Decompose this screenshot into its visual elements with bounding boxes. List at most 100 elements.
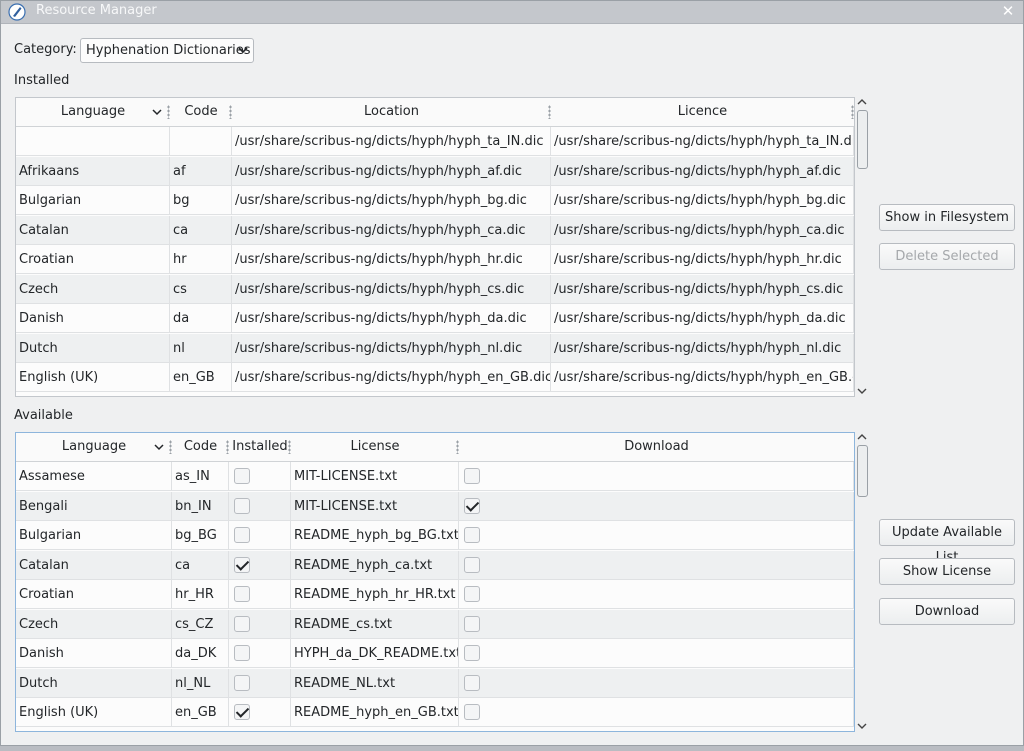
cell-license: README_hyph_ca.txt [291, 550, 459, 580]
cell-location: /usr/share/scribus-ng/dicts/hyph/hyph_cs… [232, 274, 551, 304]
available-scrollbar[interactable] [856, 432, 868, 734]
cell-location: /usr/share/scribus-ng/dicts/hyph/hyph_da… [232, 304, 551, 333]
cell-licence: /usr/share/scribus-ng/dicts/hyph/hyph_nl… [551, 333, 854, 363]
cell-installed [229, 491, 291, 521]
cell-download [459, 639, 854, 668]
table-row[interactable]: Catalan ca README_hyph_ca.txt [16, 550, 854, 580]
installed-header-code[interactable]: Code [170, 98, 232, 126]
download-checkbox[interactable] [464, 615, 480, 632]
installed-scroll-thumb[interactable] [857, 110, 868, 169]
available-header-installed[interactable]: Installed [229, 433, 291, 461]
chevron-down-icon[interactable] [856, 721, 868, 735]
cell-installed [229, 550, 291, 580]
cell-code: hr_HR [172, 580, 229, 609]
available-section-label: Available [14, 408, 73, 423]
chevron-up-icon[interactable] [856, 432, 868, 446]
category-label: Category: [14, 42, 77, 57]
table-row[interactable]: /usr/share/scribus-ng/dicts/hyph/hyph_ta… [16, 127, 854, 156]
scribus-app-icon [8, 3, 26, 21]
download-checkbox[interactable] [464, 497, 480, 514]
cell-code: cs [170, 274, 232, 304]
table-row[interactable]: Czech cs_CZ README_cs.txt [16, 609, 854, 639]
installed-checkbox[interactable] [234, 704, 250, 720]
cell-language: Bengali [16, 491, 172, 521]
table-row[interactable]: Croatian hr_HR README_hyph_hr_HR.txt [16, 580, 854, 609]
cell-licence: /usr/share/scribus-ng/dicts/hyph/hyph_da… [551, 304, 854, 333]
download-button[interactable]: Download [879, 598, 1015, 625]
cell-location: /usr/share/scribus-ng/dicts/hyph/hyph_ta… [232, 127, 551, 156]
cell-code: hr [170, 245, 232, 274]
show-license-button[interactable]: Show License [879, 558, 1015, 585]
installed-checkbox[interactable] [234, 556, 250, 573]
cell-code: bg [170, 186, 232, 215]
download-checkbox[interactable] [464, 527, 480, 543]
chevron-up-icon[interactable] [856, 97, 868, 111]
cell-download [459, 491, 854, 521]
cell-installed [229, 609, 291, 639]
cell-download [459, 521, 854, 550]
cell-code: af [170, 156, 232, 186]
download-checkbox[interactable] [464, 468, 480, 484]
cell-code: bg_BG [172, 521, 229, 550]
installed-table[interactable]: Language Code Location Licence /usr/shar… [15, 97, 855, 397]
table-row[interactable]: Bengali bn_IN MIT-LICENSE.txt [16, 491, 854, 521]
available-header-license[interactable]: License [291, 433, 459, 461]
cell-language: Dutch [16, 333, 170, 363]
installed-checkbox[interactable] [234, 468, 250, 484]
available-table[interactable]: Language Code Installed License Download… [15, 432, 855, 732]
table-row[interactable]: Danish da/usr/share/scribus-ng/dicts/hyph… [16, 304, 854, 333]
table-row[interactable]: English (UK) en_GB README_hyph_en_GB.txt [16, 698, 854, 727]
cell-location: /usr/share/scribus-ng/dicts/hyph/hyph_en… [232, 363, 551, 392]
installed-header-language[interactable]: Language [16, 98, 170, 126]
cell-language: Czech [16, 609, 172, 639]
chevron-down-icon[interactable] [856, 386, 868, 400]
close-icon[interactable]: ✕ [999, 2, 1017, 20]
download-checkbox[interactable] [464, 586, 480, 602]
update-available-list-button[interactable]: Update Available List [879, 519, 1015, 565]
installed-checkbox[interactable] [234, 586, 250, 602]
available-header-download[interactable]: Download [459, 433, 854, 461]
table-row[interactable]: Danish da_DK HYPH_da_DK_README.txt [16, 639, 854, 668]
download-checkbox[interactable] [464, 674, 480, 691]
cell-download [459, 698, 854, 727]
cell-license: README_hyph_bg_BG.txt [291, 521, 459, 550]
installed-header-licence[interactable]: Licence [551, 98, 854, 126]
cell-download [459, 668, 854, 698]
download-checkbox[interactable] [464, 704, 480, 720]
installed-checkbox[interactable] [234, 674, 250, 691]
installed-checkbox[interactable] [234, 527, 250, 543]
cell-installed [229, 521, 291, 550]
available-header-code[interactable]: Code [172, 433, 229, 461]
cell-language: Croatian [16, 245, 170, 274]
installed-checkbox[interactable] [234, 497, 250, 514]
available-table-header: Language Code Installed License Download [16, 433, 854, 462]
table-row[interactable]: Dutch nl_NL README_NL.txt [16, 668, 854, 698]
table-row[interactable]: Czech cs/usr/share/scribus-ng/dicts/hyph/… [16, 274, 854, 304]
table-row[interactable]: English (UK) en_GB/usr/share/scribus-ng/d… [16, 363, 854, 392]
cell-installed [229, 580, 291, 609]
table-row[interactable]: Catalan ca/usr/share/scribus-ng/dicts/hyp… [16, 215, 854, 245]
download-checkbox[interactable] [464, 556, 480, 573]
delete-selected-button[interactable]: Delete Selected [879, 243, 1015, 270]
cell-license: README_hyph_en_GB.txt [291, 698, 459, 727]
cell-language: Dutch [16, 668, 172, 698]
installed-scrollbar[interactable] [856, 97, 868, 399]
available-scroll-thumb[interactable] [857, 445, 868, 497]
table-row[interactable]: Bulgarian bg/usr/share/scribus-ng/dicts/h… [16, 186, 854, 215]
table-row[interactable]: Assamese as_IN MIT-LICENSE.txt [16, 462, 854, 491]
table-row[interactable]: Croatian hr/usr/share/scribus-ng/dicts/hy… [16, 245, 854, 274]
available-header-language[interactable]: Language [16, 433, 172, 461]
cell-download [459, 580, 854, 609]
installed-checkbox[interactable] [234, 615, 250, 632]
download-checkbox[interactable] [464, 645, 480, 661]
installed-checkbox[interactable] [234, 645, 250, 661]
title-bar: Resource Manager ✕ [1, 1, 1023, 24]
show-in-filesystem-button[interactable]: Show in Filesystem [879, 204, 1015, 231]
table-row[interactable]: Afrikaans af/usr/share/scribus-ng/dicts/h… [16, 156, 854, 186]
cell-language: Afrikaans [16, 156, 170, 186]
table-row[interactable]: Dutch nl/usr/share/scribus-ng/dicts/hyph/… [16, 333, 854, 363]
cell-download [459, 462, 854, 491]
category-dropdown[interactable]: Hyphenation Dictionaries [80, 38, 254, 63]
installed-header-location[interactable]: Location [232, 98, 551, 126]
table-row[interactable]: Bulgarian bg_BG README_hyph_bg_BG.txt [16, 521, 854, 550]
